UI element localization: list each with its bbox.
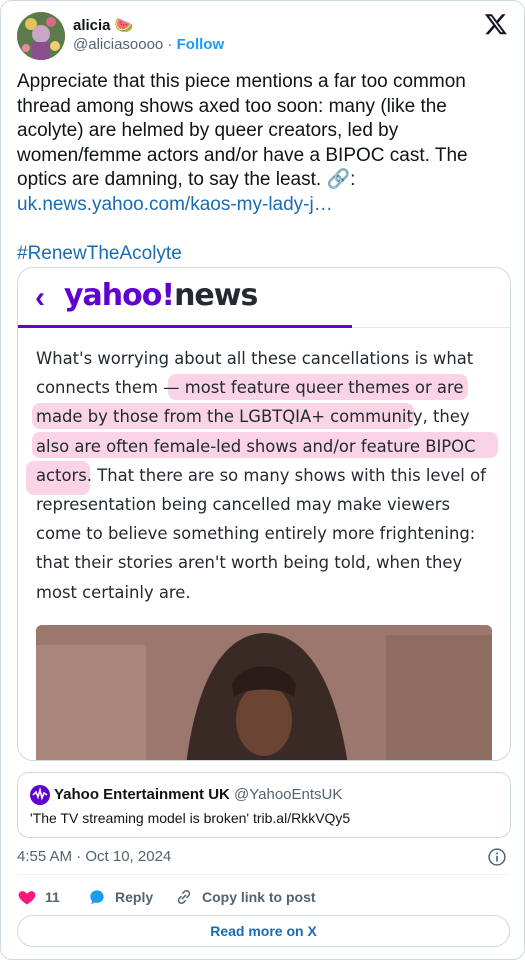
header-underline <box>18 325 352 328</box>
action-bar: 11 Reply Copy link to post <box>17 885 508 909</box>
yahoo-logo-text: yahoo! <box>64 278 175 313</box>
copy-link-icon <box>177 889 191 905</box>
quoted-post[interactable]: Yahoo Entertainment UK @YahooEntsUK 'The… <box>17 772 511 838</box>
author-handle-row: @aliciasoooo · Follow <box>73 35 224 55</box>
reply-label: Reply <box>115 889 154 905</box>
copy-link-label: Copy link to post <box>202 889 316 905</box>
post-timestamp[interactable]: 4:55 AM · Oct 10, 2024 <box>17 847 171 867</box>
post-text: Appreciate that this piece mentions a fa… <box>17 71 468 190</box>
avatar[interactable] <box>17 12 65 60</box>
media-image[interactable]: ‹ yahoo!news What's worrying about all t… <box>17 267 511 761</box>
article-photo <box>36 625 492 760</box>
info-icon[interactable] <box>487 847 507 867</box>
like-count: 11 <box>45 889 60 905</box>
read-more-button[interactable]: Read more on X <box>17 915 510 947</box>
reply-button[interactable]: Reply <box>87 885 153 909</box>
hashtag-link[interactable]: #RenewTheAcolyte <box>17 243 182 264</box>
divider <box>17 874 510 875</box>
article-excerpt: What's worrying about all these cancella… <box>36 349 486 602</box>
copy-link-button[interactable]: Copy link to post <box>174 885 316 909</box>
yahoo-entertainment-avatar <box>30 785 50 805</box>
yahoo-logo-icon: yahoo!news <box>64 278 258 313</box>
like-button[interactable]: 11 <box>17 885 60 909</box>
post-body: Appreciate that this piece mentions a fa… <box>17 70 507 266</box>
quoted-author-name: Yahoo Entertainment UK <box>54 786 230 803</box>
news-logo-text: news <box>174 278 258 313</box>
follow-button[interactable]: Follow <box>177 36 225 53</box>
x-logo-icon[interactable] <box>484 12 508 36</box>
author-handle[interactable]: @aliciasoooo <box>73 36 163 53</box>
heart-icon <box>18 891 36 905</box>
author-name-text: alicia <box>73 17 111 34</box>
back-chevron-icon: ‹ <box>35 281 45 314</box>
reply-bubble-icon <box>90 890 104 905</box>
author-name[interactable]: alicia 🍉 <box>73 16 133 36</box>
quoted-author: Yahoo Entertainment UK @YahooEntsUK <box>54 785 342 805</box>
embedded-post-card: alicia 🍉 @aliciasoooo · Follow Appreciat… <box>0 0 525 960</box>
post-header: alicia 🍉 @aliciasoooo · Follow <box>17 12 508 60</box>
quoted-text: 'The TV streaming model is broken' trib.… <box>30 810 351 826</box>
quoted-author-handle: @YahooEntsUK <box>234 786 343 803</box>
separator-dot: · <box>167 36 173 53</box>
watermelon-emoji: 🍉 <box>114 17 134 34</box>
post-link[interactable]: uk.news.yahoo.com/kaos-my-lady-j… <box>17 194 333 215</box>
